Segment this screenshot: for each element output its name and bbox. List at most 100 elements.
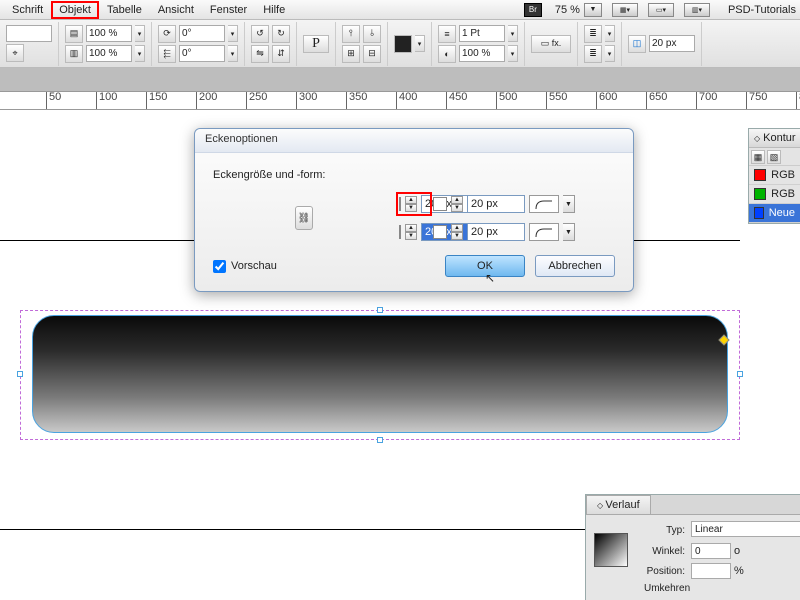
corner-br-input[interactable] <box>467 223 525 241</box>
dialog-title[interactable]: Eckenoptionen <box>195 129 633 153</box>
verlauf-tab[interactable]: ◇ Verlauf <box>586 495 651 514</box>
ruler-tick: 500 <box>496 92 517 110</box>
position-unit: % <box>734 565 744 577</box>
swatch-row[interactable]: RGB <box>749 166 800 185</box>
opacity-icon-2: ▥ <box>65 45 83 63</box>
drop-icon[interactable]: ▾ <box>135 45 145 62</box>
selection-handle[interactable] <box>377 307 383 313</box>
fx-icon[interactable]: ▭ fx. <box>531 35 571 53</box>
gradient-preview[interactable] <box>594 533 628 567</box>
opacity-1[interactable] <box>86 25 132 42</box>
align3-icon[interactable]: ⊟ <box>363 45 381 63</box>
corner-tr-input[interactable] <box>467 195 525 213</box>
drop-icon[interactable]: ▾ <box>228 45 238 62</box>
selection-handle[interactable] <box>377 437 383 443</box>
view-mode-1[interactable]: ▦▾ <box>612 3 638 17</box>
spin-up-icon[interactable]: ▲ <box>451 224 463 232</box>
brand-label: PSD-Tutorials <box>728 4 796 16</box>
zoom-dropdown-icon[interactable]: ▼ <box>584 3 602 17</box>
stroke-weight[interactable] <box>459 25 505 42</box>
menu-tabelle[interactable]: Tabelle <box>99 1 150 19</box>
spin-up-icon[interactable]: ▲ <box>405 196 417 204</box>
bridge-icon[interactable]: Br <box>524 3 542 17</box>
swatch-red <box>754 169 766 181</box>
corner-bottom-left: ▲▼ ▼ <box>399 223 429 241</box>
distribute-icon[interactable]: ⫰ <box>363 25 381 43</box>
link-corners-icon[interactable]: ⛓ <box>295 206 313 230</box>
rotate-cw-icon[interactable]: ↻ <box>272 25 290 43</box>
wrap-icon[interactable]: ≣ <box>584 25 602 43</box>
rotate-icon: ⟳ <box>158 25 176 43</box>
opacity-icon: ▤ <box>65 25 83 43</box>
menu-bar: Schrift Objekt Tabelle Ansicht Fenster H… <box>0 0 800 20</box>
spin-up-icon[interactable]: ▲ <box>405 224 417 232</box>
view-mode-2[interactable]: ▭▾ <box>648 3 674 17</box>
chevron-down-icon[interactable]: ▼ <box>563 223 575 241</box>
shear-icon: ⬱ <box>158 45 176 63</box>
zoom-control[interactable]: 75 % ▼ <box>555 3 602 17</box>
drop-icon[interactable]: ▾ <box>508 45 518 62</box>
rounded-rectangle-object[interactable] <box>32 315 728 433</box>
wrap2-icon[interactable]: ≣ <box>584 45 602 63</box>
swatch-row[interactable]: RGB <box>749 185 800 204</box>
selection-handle[interactable] <box>737 371 743 377</box>
rotate-ccw-icon[interactable]: ↺ <box>251 25 269 43</box>
selection-handle[interactable] <box>17 371 23 377</box>
spin-down-icon[interactable]: ▼ <box>451 204 463 212</box>
preview-check-input[interactable] <box>213 260 226 273</box>
drop-icon[interactable]: ▾ <box>135 25 145 42</box>
panel-icon[interactable]: ▦ <box>751 150 765 164</box>
winkel-input[interactable] <box>691 543 731 559</box>
typ-label: Typ: <box>640 525 685 536</box>
fill-swatch[interactable] <box>394 35 412 53</box>
menu-hilfe[interactable]: Hilfe <box>255 1 293 19</box>
menu-schrift[interactable]: Schrift <box>4 1 51 19</box>
ruler-tick: 350 <box>346 92 367 110</box>
corner-br-shape[interactable] <box>529 223 559 241</box>
ok-button[interactable]: OK↖ <box>445 255 525 277</box>
spin-down-icon[interactable]: ▼ <box>405 232 417 240</box>
typ-select[interactable] <box>691 521 800 537</box>
corner-tr-shape[interactable] <box>529 195 559 213</box>
corner-size[interactable] <box>649 35 695 52</box>
menu-ansicht[interactable]: Ansicht <box>150 1 202 19</box>
angle-2[interactable] <box>179 45 225 62</box>
cancel-button[interactable]: Abbrechen <box>535 255 615 277</box>
ref-icon[interactable]: ⌖ <box>6 44 24 62</box>
preview-checkbox[interactable]: Vorschau <box>213 260 277 273</box>
corner-bl-icon <box>399 225 401 239</box>
chevron-down-icon[interactable]: ▼ <box>563 195 575 213</box>
corner-icon[interactable]: ◫ <box>628 35 646 53</box>
spin-up-icon[interactable]: ▲ <box>451 196 463 204</box>
spin-down-icon[interactable]: ▼ <box>405 204 417 212</box>
drop-icon[interactable]: ▾ <box>605 45 615 62</box>
opacity-2[interactable] <box>86 45 132 62</box>
swatch-label: RGB <box>771 169 795 181</box>
position-input[interactable] <box>691 563 731 579</box>
flip-v-icon[interactable]: ⇵ <box>272 45 290 63</box>
horizontal-ruler: 5010015020025030035040045050055060065070… <box>0 92 800 110</box>
paragraph-icon[interactable]: P <box>303 35 329 53</box>
drop-icon[interactable]: ▾ <box>508 25 518 42</box>
menu-fenster[interactable]: Fenster <box>202 1 255 19</box>
panel-icon[interactable]: ▧ <box>767 150 781 164</box>
tint-icon: ◐ <box>438 45 456 63</box>
angle-1[interactable] <box>179 25 225 42</box>
verlauf-panel: ◇ Verlauf Typ: ▼ Winkel: o Position: % U… <box>585 494 800 600</box>
swatch-row[interactable]: Neue <box>749 204 800 223</box>
tint-pct[interactable] <box>459 45 505 62</box>
view-mode-3[interactable]: ▥▾ <box>684 3 710 17</box>
corner-options-dialog: Eckenoptionen Eckengröße und -form: ▲▼ ▼… <box>194 128 634 292</box>
ref-x[interactable] <box>6 25 52 42</box>
align-icon[interactable]: ⫯ <box>342 25 360 43</box>
align2-icon[interactable]: ⊞ <box>342 45 360 63</box>
menu-objekt[interactable]: Objekt <box>51 1 99 19</box>
drop-icon[interactable]: ▾ <box>605 25 615 42</box>
kontur-header[interactable]: ◇Kontur <box>749 129 800 148</box>
drop-icon[interactable]: ▾ <box>228 25 238 42</box>
spin-down-icon[interactable]: ▼ <box>451 232 463 240</box>
drop-icon[interactable]: ▾ <box>415 35 425 52</box>
umkehren-label: Umkehren <box>640 583 800 594</box>
ruler-tick: 100 <box>96 92 117 110</box>
flip-h-icon[interactable]: ⇋ <box>251 45 269 63</box>
